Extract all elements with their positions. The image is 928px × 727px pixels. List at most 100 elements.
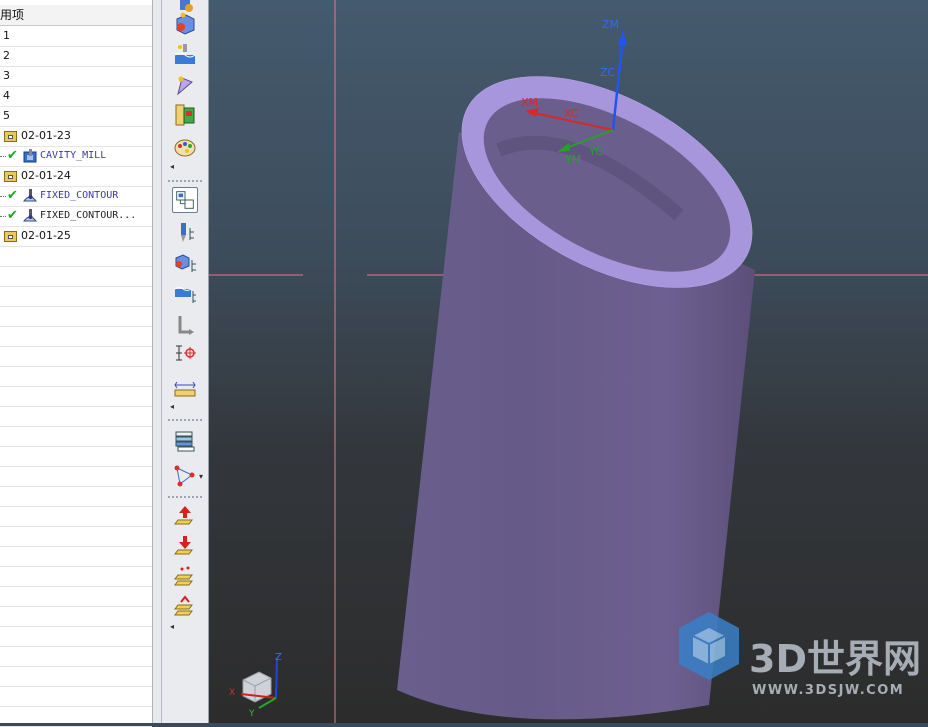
zc-label: ZC xyxy=(600,66,616,79)
color-palette-icon[interactable] xyxy=(172,134,198,160)
list-item[interactable]: 4 xyxy=(0,86,152,107)
empty-row xyxy=(0,586,152,607)
watermark: 3D世界网 WWW.3DSJW.COM xyxy=(679,612,921,698)
tube-part[interactable] xyxy=(397,33,786,720)
complete-check-icon: ✔ xyxy=(7,148,18,163)
yc-label: YC xyxy=(588,145,603,158)
fixed-contour-icon xyxy=(23,209,37,222)
watermark-brand: 3D世界网 xyxy=(749,637,921,681)
empty-row xyxy=(0,466,152,487)
triad-y-line xyxy=(258,697,277,709)
dropdown-arrow-icon[interactable]: ▾ xyxy=(199,472,203,481)
empty-row xyxy=(0,626,152,647)
generate-icon[interactable] xyxy=(172,563,198,589)
zm-label: ZM xyxy=(602,18,619,31)
navigator-column-header[interactable]: 用项 xyxy=(0,5,152,26)
program-order-view-icon[interactable] xyxy=(172,187,198,213)
toolbar-grip[interactable] xyxy=(168,180,202,182)
cavity-mill-icon xyxy=(23,149,37,163)
toolbar-overflow-icon[interactable]: ◂ xyxy=(170,162,174,171)
verify-icon[interactable] xyxy=(172,593,198,619)
list-item[interactable]: 2 xyxy=(0,46,152,67)
empty-row xyxy=(0,366,152,387)
measure-icon[interactable] xyxy=(172,376,198,402)
graphics-viewport[interactable]: ZM ZC XM XC YM YC Z X Y 3D世界网 WWW.3DSJW.… xyxy=(209,0,928,723)
tool-path-icon[interactable] xyxy=(172,312,198,338)
empty-row xyxy=(0,606,152,627)
list-item-label: 4 xyxy=(3,89,10,102)
empty-row xyxy=(0,326,152,347)
operation-navigator: 用项 1 2 3 4 5 02-01-23 ✔ CAVITY_MILL 02-0… xyxy=(0,0,153,727)
mcs-icon[interactable] xyxy=(172,340,198,366)
empty-row xyxy=(0,286,152,307)
empty-row xyxy=(0,706,152,727)
program-group-label: 02-01-25 xyxy=(21,229,71,242)
list-item[interactable]: 3 xyxy=(0,66,152,87)
program-group-row[interactable]: 02-01-24 xyxy=(0,166,152,187)
zm-arrow-icon xyxy=(618,30,627,46)
list-item[interactable]: 5 xyxy=(0,106,152,127)
triad-y-label: Y xyxy=(248,709,255,719)
triad-z-label: Z xyxy=(275,652,282,663)
complete-check-icon: ✔ xyxy=(7,188,18,203)
program-group-label: 02-01-24 xyxy=(21,169,71,182)
empty-row xyxy=(0,306,152,327)
toolbar-overflow-icon[interactable]: ◂ xyxy=(170,622,174,631)
list-item-label: 3 xyxy=(3,69,10,82)
empty-row xyxy=(0,446,152,467)
empty-row xyxy=(0,526,152,547)
geometry-view-icon[interactable] xyxy=(172,250,198,276)
empty-row xyxy=(0,686,152,707)
operation-row[interactable]: ✔ FIXED_CONTOUR... xyxy=(0,206,152,227)
empty-row xyxy=(0,346,152,367)
ym-label: YM xyxy=(564,153,581,166)
empty-row xyxy=(0,426,152,447)
program-folder-icon xyxy=(4,171,17,182)
list-item[interactable]: 1 xyxy=(0,26,152,47)
operation-row[interactable]: ✔ FIXED_CONTOUR xyxy=(0,186,152,207)
complete-check-icon: ✔ xyxy=(7,208,18,223)
program-group-row[interactable]: 02-01-25 xyxy=(0,226,152,247)
move-up-icon[interactable] xyxy=(172,502,198,528)
triad-z-line xyxy=(275,657,278,699)
empty-row xyxy=(0,246,152,267)
watermark-url: WWW.3DSJW.COM xyxy=(752,683,904,698)
toolbar-overflow-icon[interactable]: ◂ xyxy=(170,402,174,411)
tree-connector xyxy=(0,156,6,157)
empty-row xyxy=(0,386,152,407)
operation-label: FIXED_CONTOUR... xyxy=(40,210,137,221)
layer-list-icon[interactable] xyxy=(172,427,198,453)
list-item-label: 2 xyxy=(3,49,10,62)
panel-splitter[interactable] xyxy=(153,0,162,723)
empty-row xyxy=(0,666,152,687)
move-down-icon[interactable] xyxy=(172,532,198,558)
program-group-label: 02-01-23 xyxy=(21,129,71,142)
program-folder-icon xyxy=(4,231,17,242)
machine-tool-view-icon[interactable] xyxy=(172,220,198,246)
program-folder-icon xyxy=(4,131,17,142)
tree-connector xyxy=(0,216,6,217)
create-geometry-icon[interactable] xyxy=(172,102,198,128)
operation-label: CAVITY_MILL xyxy=(40,150,107,161)
empty-row xyxy=(0,506,152,527)
empty-row xyxy=(0,646,152,667)
xm-label: XM xyxy=(521,96,538,109)
program-group-row[interactable]: 02-01-23 xyxy=(0,126,152,147)
view-triad[interactable]: Z X Y xyxy=(229,652,282,719)
column-header-label: 用项 xyxy=(0,8,25,22)
viewport-canvas: ZM ZC XM XC YM YC Z X Y 3D世界网 WWW.3DSJW.… xyxy=(209,0,928,723)
tree-connector xyxy=(0,196,6,197)
toolbar-grip[interactable] xyxy=(168,496,202,498)
machining-method-view-icon[interactable] xyxy=(172,281,198,307)
list-item-label: 5 xyxy=(3,109,10,122)
create-geometry-icon[interactable] xyxy=(172,10,198,36)
empty-row xyxy=(0,406,152,427)
operation-row[interactable]: ✔ CAVITY_MILL xyxy=(0,146,152,167)
create-program-icon[interactable] xyxy=(172,72,198,98)
manufacturing-navigator-icon[interactable] xyxy=(172,463,198,489)
triad-x-label: X xyxy=(229,688,235,698)
toolbar-grip[interactable] xyxy=(168,419,202,421)
empty-row xyxy=(0,566,152,587)
create-method-icon[interactable] xyxy=(172,41,198,67)
empty-row xyxy=(0,546,152,567)
